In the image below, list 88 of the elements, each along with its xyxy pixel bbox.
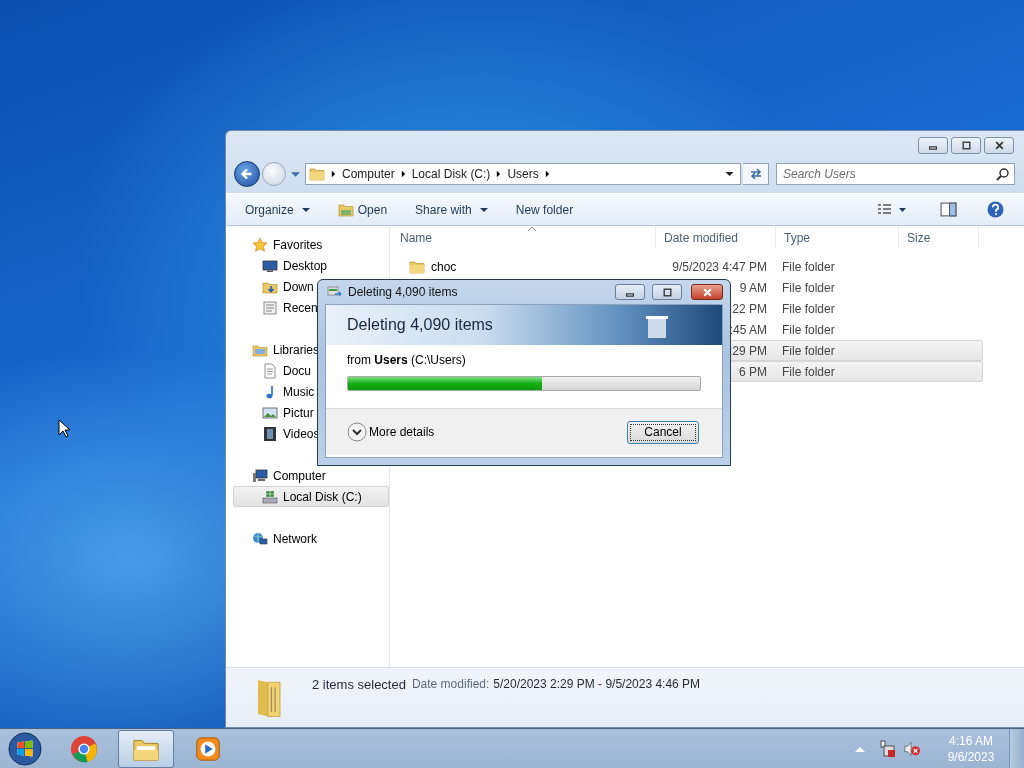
toolbar-button[interactable]: New folder (510, 197, 579, 222)
star-icon (252, 236, 268, 253)
date-modified: :45 AM (729, 322, 767, 337)
dialog-title: Deleting 4,090 items (348, 285, 458, 299)
minimize-button[interactable] (918, 137, 948, 154)
close-button[interactable] (691, 284, 723, 300)
restore-icon (960, 140, 972, 151)
column-header[interactable]: Size (899, 226, 979, 249)
chevron-icon[interactable] (496, 170, 502, 178)
back-button[interactable] (234, 161, 260, 187)
breadcrumb[interactable]: Users (507, 167, 539, 181)
file-type: File folder (782, 301, 835, 316)
file-name: choc (431, 259, 457, 274)
nav-item[interactable]: Pictur (233, 402, 389, 423)
restore-icon (661, 286, 673, 298)
detail-label: Date modified: (411, 677, 490, 691)
play-button-icon (194, 734, 222, 763)
browser-icon (70, 734, 98, 763)
file-type: File folder (782, 343, 835, 358)
search-field[interactable]: Search Users (776, 163, 1015, 185)
document-icon (262, 362, 278, 379)
picture-icon (262, 404, 278, 421)
search-icon (996, 167, 1010, 181)
folder-icon (409, 258, 425, 275)
detail-value: 5/20/2023 2:29 PM - 9/5/2023 4:46 PM (493, 677, 701, 691)
minimize-icon (929, 146, 937, 150)
date-modified: 9/5/2023 4:47 PM (672, 259, 767, 274)
chevron-down-icon (347, 422, 367, 442)
open-button[interactable]: Open (332, 197, 393, 222)
nav-item[interactable]: Desktop (233, 255, 389, 276)
nav-item[interactable]: Music (233, 381, 389, 402)
column-header[interactable]: Type (776, 226, 899, 249)
cancel-button[interactable]: Cancel (627, 420, 699, 444)
chevron-icon[interactable] (400, 170, 406, 178)
date-modified: 6 PM (739, 364, 767, 379)
taskbar-app-button[interactable] (118, 729, 174, 768)
chevron-icon[interactable] (544, 170, 550, 178)
caret-icon (479, 206, 488, 213)
file-type: File folder (782, 280, 835, 295)
nav-item[interactable]: Favorites (233, 234, 389, 255)
drive-icon (262, 488, 278, 505)
muted-speaker-icon[interactable] (903, 739, 921, 758)
mouse-pointer-icon (58, 419, 70, 438)
close-icon (701, 286, 713, 298)
more-details-button[interactable]: More details (347, 422, 435, 442)
clock-date: 9/6/2023 (947, 748, 995, 765)
file-row[interactable]: choc 9/5/2023 4:47 PM File folder (394, 256, 983, 277)
menu-button[interactable]: Organize (240, 197, 315, 222)
minimize-icon (626, 292, 634, 297)
nav-item[interactable]: Local Disk (C:) (233, 486, 389, 507)
selection-count: 2 items selected (312, 677, 406, 692)
network-error-icon[interactable] (879, 739, 897, 758)
date-modified: :29 PM (729, 343, 767, 358)
file-type: File folder (782, 364, 835, 379)
menu-button[interactable]: Share with (410, 197, 493, 222)
close-button[interactable] (984, 137, 1014, 154)
address-bar[interactable]: Computer Local Disk (C:) Users (305, 163, 741, 185)
file-type: File folder (782, 259, 835, 274)
nav-item[interactable]: Network (233, 528, 389, 549)
date-modified: 9 AM (739, 280, 767, 295)
refresh-button[interactable] (743, 163, 769, 185)
minimize-button[interactable] (615, 284, 645, 300)
nav-item[interactable]: Computer (233, 465, 389, 486)
breadcrumb[interactable]: Computer (342, 167, 395, 181)
monitor-icon (262, 257, 278, 274)
dropdown-caret-icon[interactable] (725, 171, 734, 177)
globe-icon (252, 530, 268, 547)
column-header[interactable]: Date modified (656, 226, 776, 249)
file-type: File folder (782, 322, 835, 337)
source-text: from Users (C:\Users) (347, 353, 467, 367)
show-desktop-button[interactable] (1009, 728, 1024, 768)
clock-time: 4:16 AM (949, 732, 993, 749)
chevron-icon[interactable] (331, 170, 336, 178)
windows-logo (8, 731, 42, 766)
restore-button[interactable] (951, 137, 981, 154)
restore-button[interactable] (652, 284, 682, 300)
folder-icon (309, 166, 325, 182)
recent-pages-caret-icon[interactable] (291, 170, 300, 178)
breadcrumb[interactable]: Local Disk (C:) (411, 167, 491, 181)
close-icon (993, 140, 1005, 151)
column-header[interactable]: Name (390, 226, 656, 249)
folder-icon (337, 201, 354, 218)
computer-icon (252, 467, 268, 484)
caret-icon (301, 206, 310, 213)
film-icon (262, 425, 278, 442)
preview-pane-icon (940, 201, 957, 218)
dialog-heading: Deleting 4,090 items (347, 316, 493, 334)
help-icon (987, 201, 1004, 218)
